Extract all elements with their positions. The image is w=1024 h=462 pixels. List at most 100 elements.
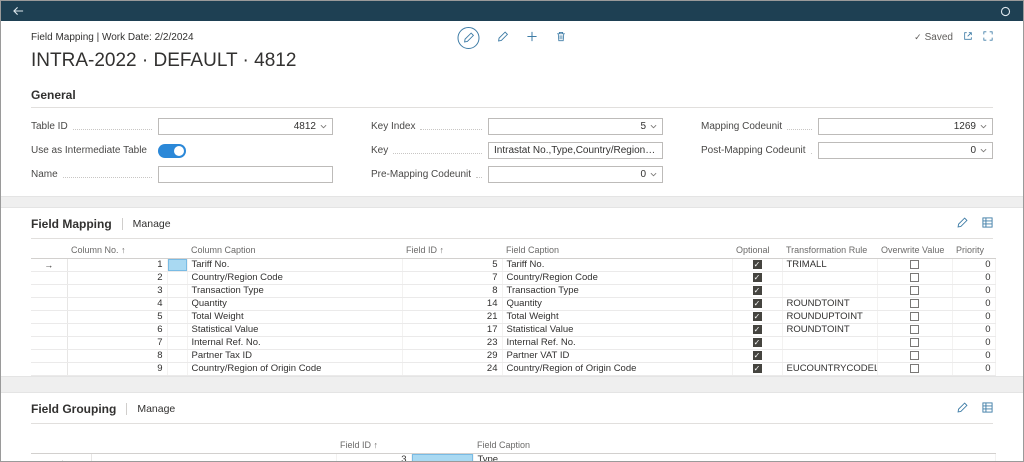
grid-cell[interactable]: Transaction Type bbox=[502, 284, 733, 298]
checked-checkbox[interactable] bbox=[752, 337, 762, 347]
grid-cell[interactable]: 8 bbox=[67, 349, 168, 363]
checkbox-cell[interactable] bbox=[732, 310, 783, 324]
grid-cell[interactable] bbox=[782, 271, 878, 285]
grid-cell[interactable]: 14 bbox=[402, 297, 503, 311]
checkbox-cell[interactable] bbox=[732, 284, 783, 298]
unchecked-checkbox[interactable] bbox=[910, 350, 919, 360]
grid-cell[interactable] bbox=[167, 310, 188, 324]
grid-cell[interactable]: Country/Region of Origin Code bbox=[502, 362, 733, 376]
checkbox-cell[interactable] bbox=[877, 258, 953, 272]
grid-cell[interactable]: 0 bbox=[952, 271, 996, 285]
column-header[interactable]: Field ID ↑ bbox=[336, 438, 411, 454]
grid-cell[interactable]: Country/Region of Origin Code bbox=[187, 362, 403, 376]
unchecked-checkbox[interactable] bbox=[910, 259, 919, 269]
edit-list-icon[interactable] bbox=[957, 400, 968, 418]
grid-cell[interactable] bbox=[167, 323, 188, 337]
checkbox-cell[interactable] bbox=[877, 323, 953, 337]
chevron-down-icon[interactable] bbox=[980, 148, 987, 153]
grid-cell[interactable]: 0 bbox=[952, 284, 996, 298]
checkbox-cell[interactable] bbox=[732, 336, 783, 350]
open-in-new-icon[interactable] bbox=[963, 31, 973, 44]
grid-cell[interactable]: Transaction Type bbox=[187, 284, 403, 298]
checkbox-cell[interactable] bbox=[877, 349, 953, 363]
edit-list-icon[interactable] bbox=[498, 29, 509, 47]
grid-cell[interactable] bbox=[167, 349, 188, 363]
checked-checkbox[interactable] bbox=[752, 324, 762, 334]
unchecked-checkbox[interactable] bbox=[910, 272, 919, 282]
grid-cell[interactable]: Tariff No. bbox=[187, 258, 403, 272]
grid-cell[interactable]: Statistical Value bbox=[187, 323, 403, 337]
grid-cell[interactable]: Tariff No. bbox=[502, 258, 733, 272]
checkbox-cell[interactable] bbox=[877, 336, 953, 350]
grid-cell[interactable]: Country/Region Code bbox=[502, 271, 733, 285]
grid-cell[interactable] bbox=[91, 453, 337, 461]
grid-cell[interactable] bbox=[167, 258, 188, 272]
chevron-down-icon[interactable] bbox=[980, 124, 987, 129]
checked-checkbox[interactable] bbox=[752, 298, 762, 308]
expand-icon[interactable] bbox=[983, 31, 993, 44]
grid-cell[interactable]: Quantity bbox=[502, 297, 733, 311]
grid-cell[interactable]: Country/Region Code bbox=[187, 271, 403, 285]
row-indicator[interactable] bbox=[31, 297, 68, 311]
column-header[interactable]: Overwrite Value bbox=[877, 243, 952, 259]
column-header[interactable]: Column No. ↑ bbox=[67, 243, 167, 259]
grid-cell[interactable] bbox=[782, 336, 878, 350]
delete-icon[interactable] bbox=[556, 29, 567, 47]
field-grouping-manage-menu[interactable]: Manage bbox=[137, 403, 175, 415]
grid-cell[interactable]: 23 bbox=[402, 336, 503, 350]
unchecked-checkbox[interactable] bbox=[910, 311, 919, 321]
grid-cell[interactable]: Total Weight bbox=[187, 310, 403, 324]
checked-checkbox[interactable] bbox=[752, 272, 762, 282]
checked-checkbox[interactable] bbox=[752, 363, 762, 373]
grid-cell[interactable] bbox=[167, 271, 188, 285]
app-ring-icon[interactable] bbox=[1000, 6, 1011, 17]
row-indicator[interactable] bbox=[31, 271, 68, 285]
checkbox-cell[interactable] bbox=[732, 323, 783, 337]
grid-cell[interactable]: Internal Ref. No. bbox=[187, 336, 403, 350]
column-header[interactable]: Field Caption bbox=[473, 438, 995, 454]
row-indicator[interactable] bbox=[31, 362, 68, 376]
row-indicator[interactable] bbox=[31, 336, 68, 350]
checkbox-cell[interactable] bbox=[732, 271, 783, 285]
grid-cell[interactable]: 3 bbox=[336, 453, 412, 461]
grid-cell[interactable]: ROUNDUPTOINT bbox=[782, 310, 878, 324]
grid-cell[interactable] bbox=[167, 284, 188, 298]
grid-cell[interactable]: 0 bbox=[952, 323, 996, 337]
mapping-codeunit-input[interactable]: 1269 bbox=[818, 118, 993, 135]
grid-cell[interactable]: 29 bbox=[402, 349, 503, 363]
new-icon[interactable] bbox=[527, 29, 538, 47]
key-input[interactable]: Intrastat No.,Type,Country/Region Code,T… bbox=[488, 142, 663, 159]
grid-cell[interactable]: 21 bbox=[402, 310, 503, 324]
open-in-excel-icon[interactable] bbox=[982, 400, 993, 418]
edit-list-icon[interactable] bbox=[957, 215, 968, 233]
grid-cell[interactable]: ROUNDTOINT bbox=[782, 297, 878, 311]
checkbox-cell[interactable] bbox=[877, 271, 953, 285]
chevron-down-icon[interactable] bbox=[320, 124, 327, 129]
unchecked-checkbox[interactable] bbox=[910, 285, 919, 295]
column-header[interactable]: Transformation Rule bbox=[782, 243, 877, 259]
checkbox-cell[interactable] bbox=[732, 297, 783, 311]
checkbox-cell[interactable] bbox=[877, 297, 953, 311]
column-header[interactable]: Optional bbox=[732, 243, 782, 259]
table-id-input[interactable]: 4812 bbox=[158, 118, 333, 135]
grid-cell[interactable]: 0 bbox=[952, 310, 996, 324]
pre-mapping-codeunit-input[interactable]: 0 bbox=[488, 166, 663, 183]
name-input[interactable] bbox=[158, 166, 333, 183]
field-mapping-manage-menu[interactable]: Manage bbox=[133, 218, 171, 230]
grid-cell[interactable] bbox=[411, 453, 474, 461]
key-index-input[interactable]: 5 bbox=[488, 118, 663, 135]
grid-cell[interactable]: Partner VAT ID bbox=[502, 349, 733, 363]
chevron-down-icon[interactable] bbox=[650, 124, 657, 129]
use-as-intermediate-table-toggle[interactable] bbox=[158, 143, 186, 158]
checkbox-cell[interactable] bbox=[732, 362, 783, 376]
grid-cell[interactable]: 6 bbox=[67, 323, 168, 337]
grid-cell[interactable]: TRIMALL bbox=[782, 258, 878, 272]
grid-cell[interactable]: 17 bbox=[402, 323, 503, 337]
checked-checkbox[interactable] bbox=[752, 285, 762, 295]
column-header[interactable]: Field Caption bbox=[502, 243, 732, 259]
post-mapping-codeunit-input[interactable]: 0 bbox=[818, 142, 993, 159]
grid-cell[interactable]: 1 bbox=[67, 258, 168, 272]
checkbox-cell[interactable] bbox=[732, 258, 783, 272]
unchecked-checkbox[interactable] bbox=[910, 298, 919, 308]
grid-cell[interactable]: 0 bbox=[952, 362, 996, 376]
